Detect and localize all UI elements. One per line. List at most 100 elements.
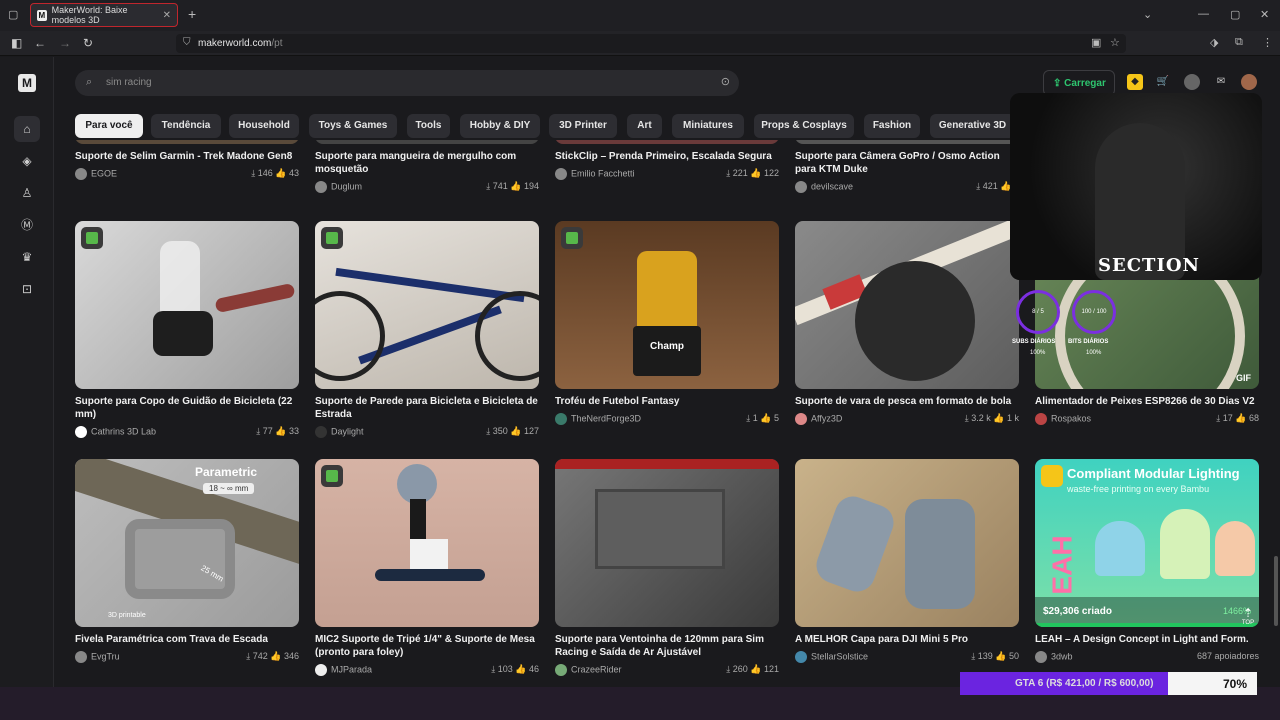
scrollbar-thumb[interactable] bbox=[1274, 556, 1278, 626]
extensions-puzzle-icon[interactable]: ⧉ bbox=[1235, 36, 1243, 49]
page-scrollbar[interactable] bbox=[1274, 96, 1278, 636]
close-tab-icon[interactable]: ✕ bbox=[163, 10, 171, 21]
donation-goal-bar: GTA 6 (R$ 421,00 / R$ 600,00) 70% bbox=[960, 672, 1257, 695]
tab-hobby-diy[interactable]: Hobby & DIY bbox=[460, 114, 540, 138]
download-count: 139 bbox=[977, 651, 993, 661]
tab-props-cosplays[interactable]: Props & Cosplays bbox=[754, 114, 854, 138]
model-card[interactable]: Suporte para mangueira de mergulho com m… bbox=[315, 140, 539, 195]
reload-icon[interactable]: ↻ bbox=[83, 36, 93, 50]
crowdfunding-card[interactable]: Compliant Modular Lighting waste-free pr… bbox=[1035, 459, 1259, 665]
model-meta: MJParada ⤓ 103 👍 46 bbox=[315, 664, 539, 678]
globe-icon[interactable] bbox=[1184, 74, 1200, 90]
contest-trophy-icon[interactable]: ♛ bbox=[14, 244, 40, 270]
tab-toys-games[interactable]: Toys & Games bbox=[309, 114, 397, 138]
promo-side-text: EAH bbox=[1046, 535, 1078, 595]
model-card[interactable]: StickClip – Prenda Primeiro, Escalada Se… bbox=[555, 140, 779, 182]
author-name: Affyz3D bbox=[811, 413, 843, 424]
tab-3d-printer[interactable]: 3D Printer bbox=[549, 114, 617, 138]
tab-overview-icon[interactable]: ▢ bbox=[8, 8, 18, 21]
model-card[interactable]: Suporte de Selim Garmin - Trek Madone Ge… bbox=[75, 140, 299, 182]
tab-generative-3d[interactable]: Generative 3D bbox=[930, 114, 1015, 138]
makerworld-favicon: M bbox=[37, 9, 47, 21]
model-card[interactable]: MIC2 Suporte de Tripé 1/4" & Suporte de … bbox=[315, 459, 539, 678]
bits-count: 100 / 100 bbox=[1081, 309, 1107, 315]
models-icon[interactable]: ◈ bbox=[14, 148, 40, 174]
model-thumbnail bbox=[315, 140, 539, 144]
bookmark-star-icon[interactable]: ☆ bbox=[1110, 36, 1120, 49]
new-tab-icon[interactable]: + bbox=[188, 6, 196, 22]
forward-icon[interactable]: → bbox=[59, 36, 71, 50]
download-count: 421 bbox=[982, 181, 998, 191]
model-thumbnail: Champ bbox=[555, 221, 779, 389]
cart-icon[interactable]: 🛒 bbox=[1155, 74, 1171, 90]
model-card[interactable]: Parametric 18 ~ ∞ mm 25 mm 3D printable … bbox=[75, 459, 299, 665]
donation-goal-percent: 70% bbox=[1222, 677, 1247, 691]
tab-tendencia[interactable]: Tendência bbox=[151, 114, 221, 138]
subs-count: 8 / 5 bbox=[1032, 309, 1044, 315]
browser-tab[interactable]: M MakerWorld: Baixe modelos 3D ✕ bbox=[30, 3, 178, 27]
model-card[interactable]: Suporte para Câmera GoPro / Osmo Action … bbox=[795, 140, 1019, 195]
menu-icon[interactable]: ⋮ bbox=[1262, 36, 1273, 49]
parametric-title: Parametric bbox=[195, 465, 258, 479]
model-thumbnail bbox=[75, 140, 299, 144]
author-name: EGOE bbox=[91, 168, 118, 179]
author-avatar bbox=[315, 664, 327, 676]
donation-goal-label: GTA 6 (R$ 421,00 / R$ 600,00) bbox=[1015, 678, 1154, 689]
author-name: EvgTru bbox=[91, 651, 120, 662]
avatar[interactable] bbox=[1241, 74, 1257, 90]
author-name: Rospakos bbox=[1051, 413, 1092, 424]
points-icon[interactable]: ◆ bbox=[1127, 74, 1143, 90]
back-icon[interactable]: ← bbox=[34, 36, 46, 50]
like-count: 121 bbox=[763, 664, 779, 674]
model-meta: Cathrins 3D Lab ⤓ 77 👍 33 bbox=[75, 426, 299, 440]
tab-list-icon[interactable]: ⌄ bbox=[1143, 8, 1152, 21]
image-search-icon[interactable]: ⊙ bbox=[721, 75, 730, 88]
url-host: makerworld.com bbox=[198, 38, 272, 49]
mail-icon[interactable]: ✉ bbox=[1213, 74, 1229, 90]
tab-fashion[interactable]: Fashion bbox=[864, 114, 920, 138]
like-count: 346 bbox=[283, 651, 299, 661]
tab-art[interactable]: Art bbox=[627, 114, 662, 138]
model-card[interactable]: Champ Troféu de Futebol Fantasy TheNerdF… bbox=[555, 221, 779, 427]
model-thumbnail bbox=[75, 221, 299, 389]
extension-icon[interactable]: ⬗ bbox=[1210, 36, 1218, 49]
makerlab-icon[interactable]: Ⓜ bbox=[14, 212, 40, 238]
tab-miniatures[interactable]: Miniatures bbox=[672, 114, 744, 138]
model-card[interactable]: Suporte para Copo de Guidão de Bicicleta… bbox=[75, 221, 299, 440]
author-name: devilscave bbox=[811, 181, 854, 192]
model-stats: ⤓ 221 👍 122 bbox=[726, 168, 779, 178]
model-card[interactable]: Suporte de Parede para Bicicleta e Bicic… bbox=[315, 221, 539, 440]
model-card[interactable]: Suporte de vara de pesca em formato de b… bbox=[795, 221, 1019, 427]
gallery-icon[interactable]: ⊡ bbox=[14, 276, 40, 302]
maximize-icon[interactable]: ▢ bbox=[1230, 8, 1240, 21]
url-field[interactable]: ⛉ makerworld.com/pt bbox=[176, 34, 1126, 53]
like-count: 1 k bbox=[1006, 413, 1019, 423]
model-card[interactable]: A MELHOR Capa para DJI Mini 5 Pro Stella… bbox=[795, 459, 1019, 665]
close-window-icon[interactable]: ✕ bbox=[1260, 8, 1269, 21]
model-meta: EvgTru ⤓ 742 👍 346 bbox=[75, 651, 299, 665]
search-input[interactable]: ⌕ sim racing ⊙ bbox=[75, 70, 739, 96]
site-info-icon[interactable]: ⛉ bbox=[183, 37, 191, 48]
minimize-icon[interactable]: — bbox=[1198, 8, 1209, 20]
model-thumbnail bbox=[315, 221, 539, 389]
home-icon[interactable]: ⌂ bbox=[14, 116, 40, 142]
trophy-caption: Champ bbox=[650, 341, 684, 352]
model-title: Suporte de vara de pesca em formato de b… bbox=[795, 396, 1012, 407]
author-avatar bbox=[555, 413, 567, 425]
sidebar-toggle-icon[interactable]: ◧ bbox=[11, 36, 22, 50]
user-icon[interactable]: ♙ bbox=[14, 180, 40, 206]
tab-household[interactable]: Household bbox=[229, 114, 299, 138]
model-thumbnail bbox=[555, 459, 779, 627]
makerlab-badge-icon bbox=[561, 227, 583, 249]
model-card[interactable]: Suporte para Ventoinha de 120mm para Sim… bbox=[555, 459, 779, 678]
download-count: 146 bbox=[257, 168, 273, 178]
tab-tools[interactable]: Tools bbox=[407, 114, 450, 138]
reader-mode-icon[interactable]: ▣ bbox=[1091, 36, 1101, 49]
tab-para-voce[interactable]: Para você bbox=[75, 114, 143, 138]
model-stats: ⤓ 741 👍 194 bbox=[486, 181, 539, 191]
back-to-top-button[interactable]: ⇡ TOP bbox=[1240, 606, 1256, 628]
author-avatar bbox=[555, 168, 567, 180]
like-count: 122 bbox=[763, 168, 779, 178]
author-name: Emilio Facchetti bbox=[571, 168, 635, 179]
makerworld-logo[interactable]: M bbox=[18, 74, 36, 92]
